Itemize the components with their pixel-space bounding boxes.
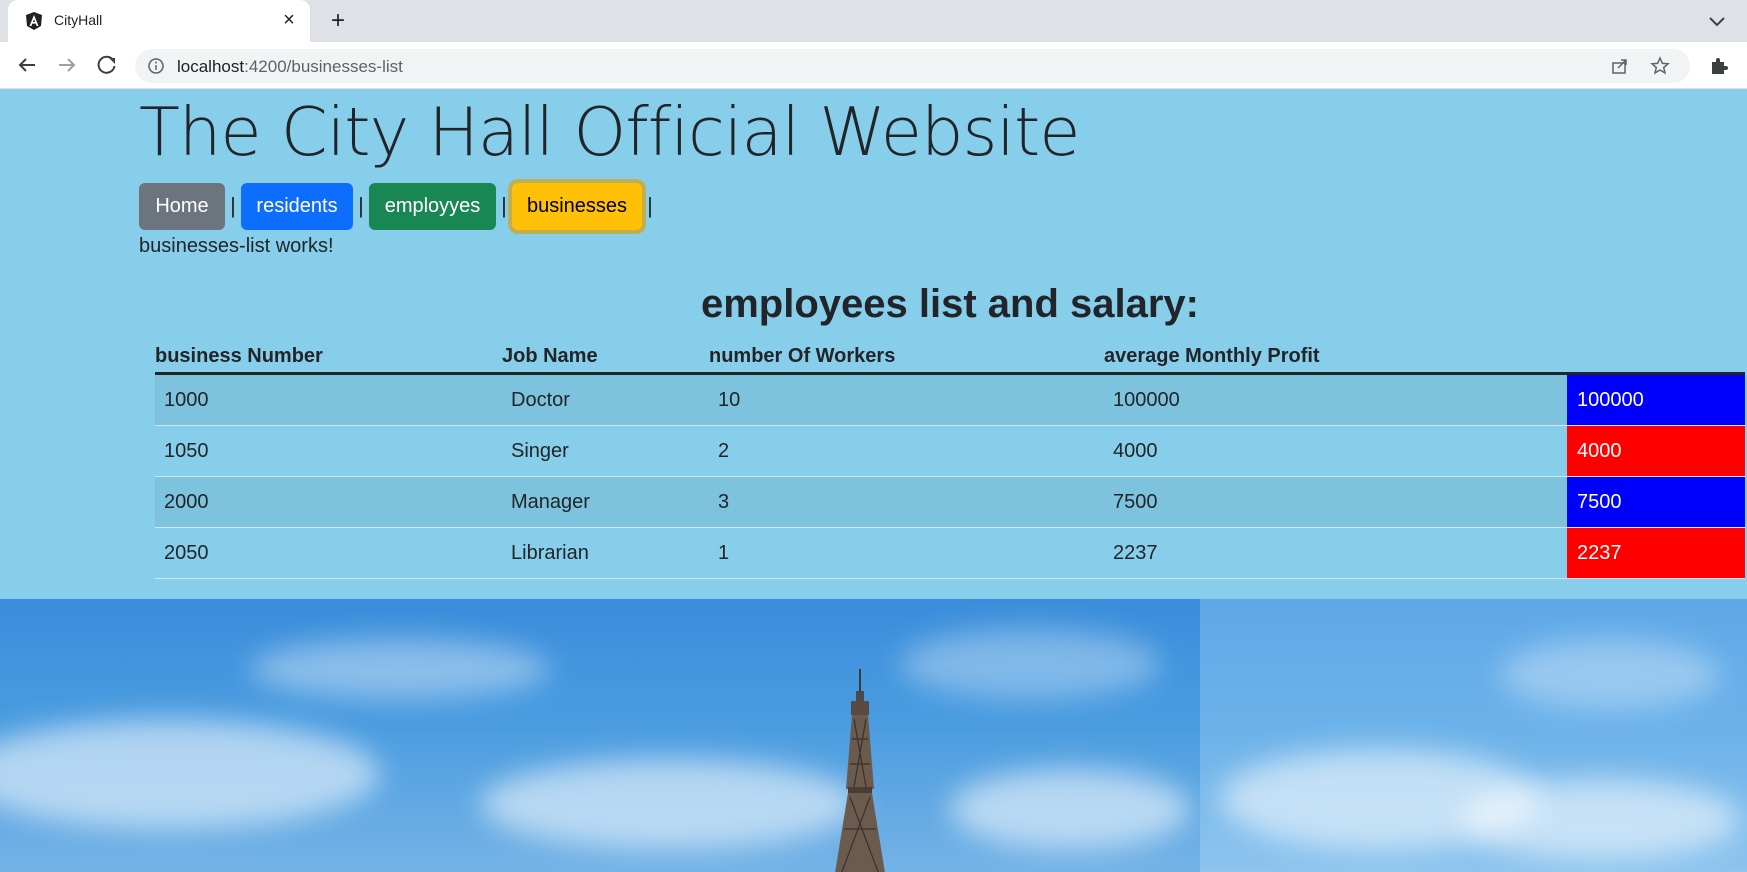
main-nav: Home | residents | employyes | businesse… [139, 182, 658, 230]
header-average-monthly-profit: average Monthly Profit [1104, 343, 1567, 375]
address-bar[interactable]: localhost:4200/businesses-list [135, 49, 1690, 83]
list-heading: employees list and salary: [700, 282, 1199, 326]
nav-separator: | [501, 193, 507, 218]
cell-profit-badge: 100000 [1567, 373, 1745, 426]
cell-business-number: 1000 [155, 373, 502, 426]
url-text[interactable]: localhost:4200/businesses-list [177, 57, 403, 77]
cell-average-monthly-profit: 7500 [1104, 476, 1567, 528]
browser-toolbar: localhost:4200/businesses-list [0, 42, 1747, 89]
home-button[interactable]: Home [139, 182, 225, 230]
header-number-of-workers: number Of Workers [709, 343, 1104, 375]
eiffel-tower-icon [835, 669, 885, 872]
site-info-icon[interactable] [147, 57, 165, 75]
cell-profit-badge: 2237 [1567, 527, 1745, 579]
nav-separator: | [647, 193, 653, 218]
header-business-number: business Number [155, 343, 502, 375]
cell-average-monthly-profit: 4000 [1104, 425, 1567, 477]
page-body: The City Hall Official Website Home | re… [0, 89, 1747, 872]
forward-arrow-icon[interactable] [52, 50, 82, 80]
share-icon[interactable] [1610, 56, 1630, 76]
bookmark-star-icon[interactable] [1650, 56, 1670, 76]
hero-image-eiffel-tower [0, 599, 1747, 872]
employees-button[interactable]: employyes [369, 182, 496, 230]
cell-number-of-workers: 10 [709, 373, 1104, 426]
cell-number-of-workers: 1 [709, 527, 1104, 579]
table-row: 1050 Singer 2 4000 4000 [155, 425, 1745, 477]
angular-logo-icon [26, 12, 42, 30]
extensions-puzzle-icon[interactable] [1708, 54, 1730, 76]
cell-profit-badge: 4000 [1567, 425, 1745, 477]
url-host: localhost [177, 57, 245, 76]
url-path: :4200/businesses-list [244, 57, 403, 76]
cell-job-name: Manager [502, 476, 709, 528]
cell-number-of-workers: 3 [709, 476, 1104, 528]
cell-profit-badge: 7500 [1567, 476, 1745, 528]
tab-close-icon[interactable]: × [278, 9, 300, 31]
tab-title: CityHall [54, 12, 103, 28]
component-status-text: businesses-list works! [139, 235, 334, 257]
table-row: 2050 Librarian 1 2237 2237 [155, 527, 1745, 579]
tab-search-chevron-icon[interactable] [1704, 8, 1730, 34]
cell-average-monthly-profit: 100000 [1104, 373, 1567, 426]
reload-icon[interactable] [92, 50, 122, 80]
cell-business-number: 2000 [155, 476, 502, 528]
cell-job-name: Doctor [502, 373, 709, 426]
businesses-button[interactable]: businesses [512, 182, 642, 230]
sky-image-right [1200, 599, 1747, 872]
cell-business-number: 2050 [155, 527, 502, 579]
table-row: 1000 Doctor 10 100000 100000 [155, 373, 1745, 426]
nav-separator: | [230, 193, 236, 218]
header-job-name: Job Name [502, 343, 709, 375]
cell-business-number: 1050 [155, 425, 502, 477]
sky-image-left [0, 599, 1200, 872]
table-header-row: business Number Job Name number Of Worke… [155, 343, 1745, 375]
residents-button[interactable]: residents [241, 182, 353, 230]
browser-tab-strip: CityHall × + [0, 0, 1747, 42]
back-arrow-icon[interactable] [12, 50, 42, 80]
new-tab-icon[interactable]: + [325, 8, 351, 34]
nav-separator: | [358, 193, 364, 218]
cell-number-of-workers: 2 [709, 425, 1104, 477]
browser-tab[interactable]: CityHall × [8, 0, 310, 42]
cell-job-name: Librarian [502, 527, 709, 579]
businesses-table: business Number Job Name number Of Worke… [155, 343, 1745, 579]
header-profit-badge [1567, 343, 1745, 375]
table-row: 2000 Manager 3 7500 7500 [155, 476, 1745, 528]
cell-job-name: Singer [502, 425, 709, 477]
cell-average-monthly-profit: 2237 [1104, 527, 1567, 579]
page-title: The City Hall Official Website [139, 93, 1081, 171]
